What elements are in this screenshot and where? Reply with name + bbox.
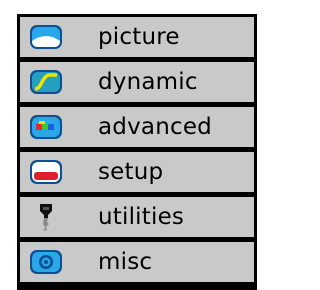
menu-item-label: picture — [98, 24, 180, 50]
advanced-icon — [20, 107, 72, 147]
picture-icon — [20, 17, 72, 57]
menu-item-advanced[interactable]: advanced — [20, 107, 254, 147]
menu-item-label: dynamic — [98, 69, 198, 95]
utilities-icon — [20, 197, 72, 237]
menu-item-setup[interactable]: setup — [20, 152, 254, 192]
dynamic-icon — [20, 62, 72, 102]
menu-item-label: misc — [98, 249, 153, 275]
menu-item-label: setup — [98, 159, 164, 185]
settings-menu: picture dynamic advanced setup utilities… — [17, 14, 257, 290]
menu-item-utilities[interactable]: utilities — [20, 197, 254, 237]
misc-icon — [20, 242, 72, 282]
menu-item-dynamic[interactable]: dynamic — [20, 62, 254, 102]
menu-item-picture[interactable]: picture — [20, 17, 254, 57]
setup-icon — [20, 152, 72, 192]
menu-item-label: advanced — [98, 114, 212, 140]
menu-item-label: utilities — [98, 204, 185, 230]
menu-item-misc[interactable]: misc — [20, 242, 254, 282]
